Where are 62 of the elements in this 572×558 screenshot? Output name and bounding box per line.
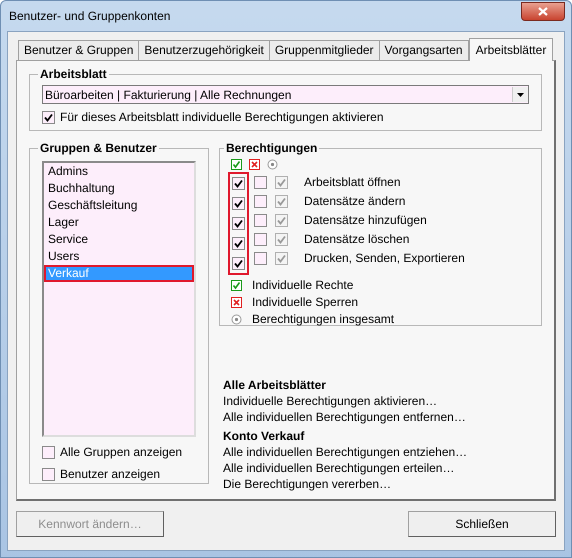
checkbox[interactable]: [232, 217, 245, 230]
checkbox[interactable]: [254, 194, 267, 208]
group-title: Berechtigungen: [225, 141, 318, 155]
checkbox[interactable]: [254, 252, 267, 264]
caret-icon: [517, 92, 524, 96]
group-title: Arbeitsblatt: [39, 67, 108, 81]
action-link[interactable]: Alle individuellen Berechtigungen entfernen…: [223, 409, 542, 425]
checkbox[interactable]: [232, 237, 245, 250]
checkbox[interactable]: [254, 214, 267, 226]
checkbox[interactable]: [275, 176, 288, 188]
cross-square-icon: [231, 296, 242, 308]
checkbox[interactable]: [42, 110, 55, 124]
window-title: Benutzer- und Gruppenkonten: [8, 9, 170, 23]
permission-label: Datensätze löschen: [304, 232, 410, 246]
action-link[interactable]: Die Berechtigungen vererben…: [223, 476, 542, 492]
checkbox[interactable]: [254, 176, 267, 188]
dialog-button[interactable]: Schließen: [408, 511, 556, 537]
checkmark-square-icon: [231, 159, 242, 170]
permission-label: Drucken, Senden, Exportieren: [304, 251, 465, 265]
legend-label: Berechtigungen insgesamt: [252, 312, 394, 326]
checkbox[interactable]: [254, 232, 267, 246]
checkbox[interactable]: [232, 197, 245, 210]
worksheet-dropdown[interactable]: Büroarbeiten | Fakturierung | Alle Rechnungen: [42, 85, 529, 104]
checkbox[interactable]: [275, 232, 288, 246]
legend-label: Individuelle Rechte: [252, 278, 354, 292]
radio-dot-icon: [267, 159, 278, 170]
tab[interactable]: Arbeitsblätter: [468, 38, 554, 61]
action-link[interactable]: Alle individuellen Berechtigungen erteilen…: [223, 460, 542, 476]
tab[interactable]: Gruppenmitglieder: [268, 40, 380, 60]
close-button[interactable]: [521, 2, 565, 20]
checkbox[interactable]: [232, 257, 245, 270]
action-link[interactable]: Individuelle Berechtigungen aktivieren…: [223, 393, 542, 409]
checkbox-label: Benutzer anzeigen: [60, 467, 160, 481]
list-item[interactable]: Buchhaltung: [44, 180, 194, 197]
checkbox[interactable]: [275, 252, 288, 264]
checkbox[interactable]: [232, 177, 245, 190]
checkmark-square-icon: [231, 280, 242, 290]
section-heading: Konto Verkauf: [223, 429, 306, 444]
checkbox[interactable]: [275, 194, 288, 208]
legend-label: Individuelle Sperren: [252, 295, 358, 309]
permission-label: Datensätze hinzufügen: [304, 213, 427, 227]
list-item[interactable]: Geschäftsleitung: [44, 197, 194, 214]
list-item[interactable]: Lager: [44, 214, 194, 231]
tab[interactable]: Vorgangsarten: [378, 40, 469, 60]
cross-square-icon: [249, 159, 260, 170]
checkbox[interactable]: [42, 468, 55, 480]
section-heading: Alle Arbeitsblätter: [223, 378, 327, 393]
list-item[interactable]: Admins: [44, 163, 194, 180]
tab[interactable]: Benutzerzugehörigkeit: [138, 40, 270, 60]
group-title: Gruppen & Benutzer: [39, 141, 158, 155]
checkbox[interactable]: [42, 446, 55, 458]
checkbox-label: Alle Gruppen anzeigen: [60, 445, 182, 459]
checkbox[interactable]: [275, 214, 288, 226]
checkbox-label: Für dieses Arbeitsblatt individuelle Berechtigungen aktivieren: [60, 110, 384, 124]
permission-label: Arbeitsblatt öffnen: [304, 175, 401, 189]
list-item[interactable]: Users: [44, 248, 194, 265]
permission-label: Datensätze ändern: [304, 194, 406, 208]
radio-dot-icon: [231, 314, 242, 324]
list-item[interactable]: Service: [44, 231, 194, 248]
close-icon: [538, 6, 548, 16]
tab[interactable]: Benutzer & Gruppen: [18, 40, 140, 60]
action-link[interactable]: Alle individuellen Berechtigungen entziehen…: [223, 444, 542, 460]
